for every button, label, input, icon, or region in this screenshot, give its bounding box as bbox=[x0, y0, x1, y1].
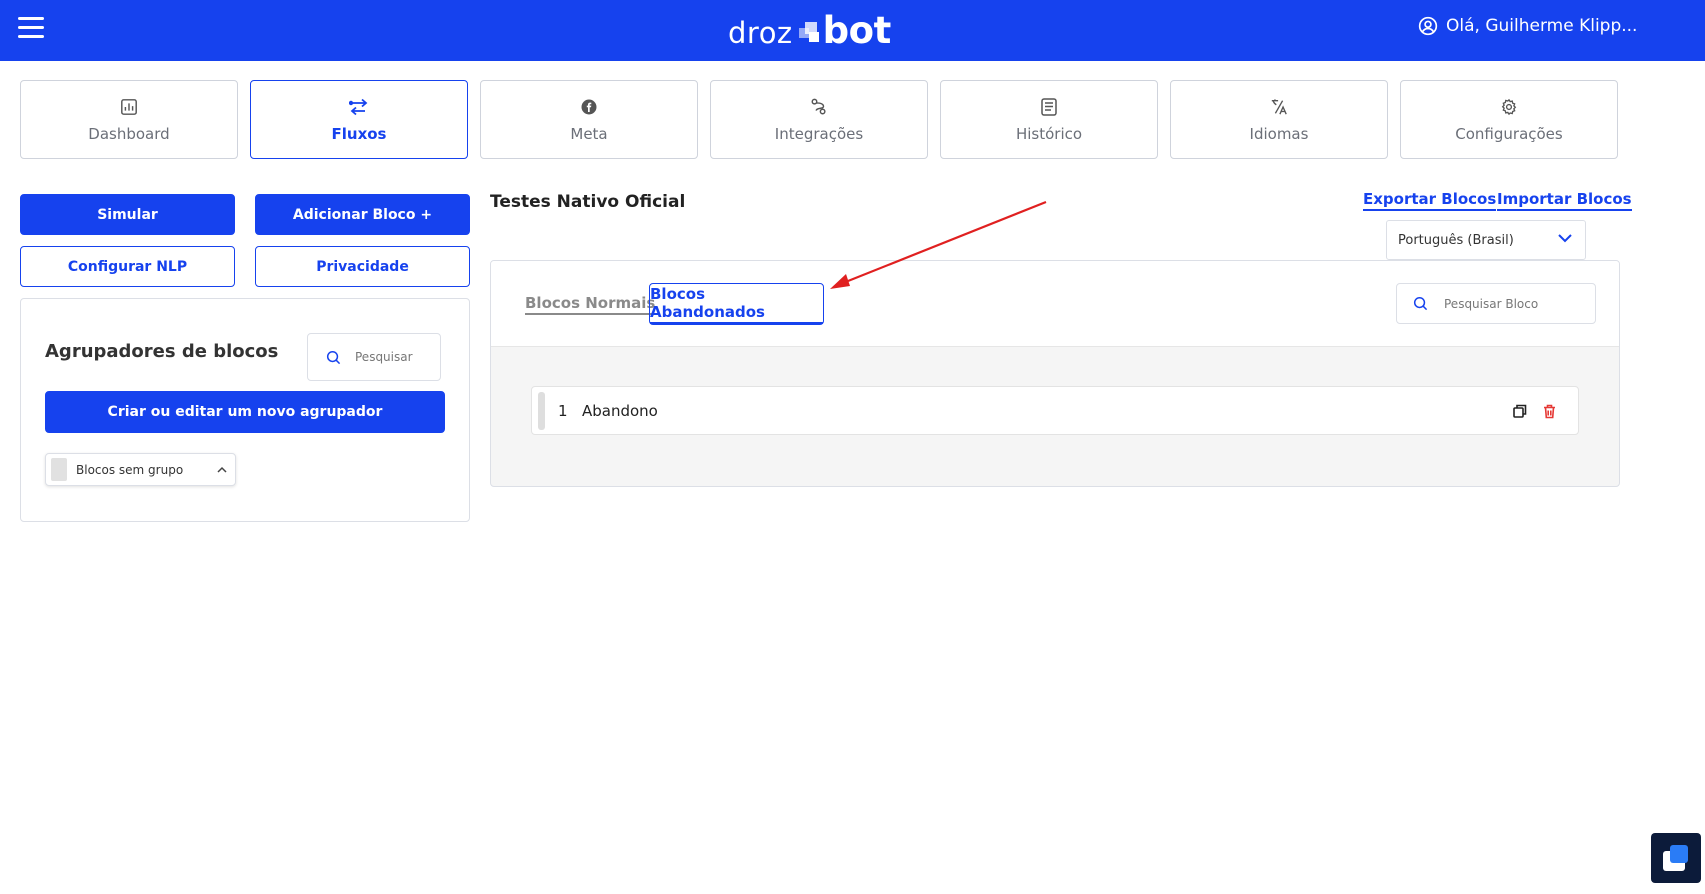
nav-historico[interactable]: Histórico bbox=[940, 80, 1158, 159]
blocks-panel-toolbar: Blocos Normais Blocos Abandonados Pesqui… bbox=[491, 261, 1619, 347]
flows-icon bbox=[348, 96, 370, 118]
nav-dashboard[interactable]: Dashboard bbox=[20, 80, 238, 159]
chat-widget-button[interactable] bbox=[1651, 833, 1701, 883]
user-menu[interactable]: Olá, Guilherme Klipp... bbox=[1418, 16, 1637, 36]
chat-icon-accent bbox=[1670, 845, 1688, 863]
nav-label: Fluxos bbox=[331, 125, 387, 143]
nav-fluxos[interactable]: Fluxos bbox=[250, 80, 468, 159]
nav-label: Meta bbox=[570, 125, 608, 143]
integrations-icon bbox=[808, 96, 830, 118]
tab-normal-blocks[interactable]: Blocos Normais bbox=[525, 283, 656, 325]
block-row[interactable]: 1 Abandono bbox=[531, 386, 1579, 435]
annotation-arrow bbox=[830, 200, 1047, 289]
nav-idiomas[interactable]: Idiomas bbox=[1170, 80, 1388, 159]
search-icon bbox=[326, 350, 341, 364]
nav-label: Histórico bbox=[1015, 125, 1083, 143]
blocks-panel: Blocos Normais Blocos Abandonados Pesqui… bbox=[490, 260, 1620, 487]
user-greeting: Olá, Guilherme Klipp... bbox=[1446, 16, 1638, 36]
flow-title: Testes Nativo Oficial bbox=[490, 192, 686, 212]
droz-bot-logo: droz bot bbox=[728, 8, 892, 52]
drag-handle[interactable] bbox=[538, 391, 545, 430]
top-header: droz bot Olá, Guilherme Klipp... bbox=[0, 0, 1705, 61]
block-name: Abandono bbox=[582, 401, 658, 420]
nav-configuracoes[interactable]: Configurações bbox=[1400, 80, 1618, 159]
nav-label: Dashboard bbox=[88, 125, 170, 143]
logo-mark-icon bbox=[798, 22, 821, 44]
privacy-button[interactable]: Privacidade bbox=[255, 246, 470, 287]
chip-label: Blocos sem grupo bbox=[76, 462, 184, 477]
main-nav: Dashboard Fluxos Meta Integrações Histór… bbox=[20, 80, 1618, 159]
dashboard-icon bbox=[118, 96, 140, 118]
nav-meta[interactable]: Meta bbox=[480, 80, 698, 159]
export-blocks-link[interactable]: Exportar Blocos bbox=[1363, 190, 1497, 211]
create-grouper-button[interactable]: Criar ou editar um novo agrupador bbox=[45, 391, 445, 433]
block-actions bbox=[1513, 404, 1556, 419]
gear-icon bbox=[1498, 96, 1520, 118]
block-index: 1 bbox=[558, 401, 568, 420]
block-search-placeholder: Pesquisar Bloco bbox=[1444, 296, 1539, 311]
tab-label: Blocos Normais bbox=[525, 294, 656, 315]
translate-icon bbox=[1268, 96, 1290, 118]
nav-label: Idiomas bbox=[1249, 125, 1309, 143]
add-block-button[interactable]: Adicionar Bloco + bbox=[255, 194, 470, 235]
history-icon bbox=[1038, 96, 1060, 118]
ungrouped-blocks-chip[interactable]: Blocos sem grupo bbox=[45, 453, 236, 486]
group-color-swatch bbox=[51, 458, 67, 481]
chevron-down-icon bbox=[1558, 234, 1572, 243]
tab-abandoned-blocks[interactable]: Blocos Abandonados bbox=[649, 283, 824, 325]
import-blocks-link[interactable]: Importar Blocos bbox=[1497, 190, 1632, 211]
search-icon bbox=[1413, 296, 1428, 311]
block-search-input[interactable]: Pesquisar Bloco bbox=[1396, 283, 1596, 324]
nav-integracoes[interactable]: Integrações bbox=[710, 80, 928, 159]
logo-text-bot: bot bbox=[822, 8, 892, 52]
grouper-search-input[interactable]: Pesquisar bbox=[307, 333, 441, 381]
language-select[interactable]: Português (Brasil) bbox=[1386, 220, 1586, 260]
trash-icon[interactable] bbox=[1543, 404, 1556, 419]
meta-icon bbox=[578, 96, 600, 118]
menu-icon[interactable] bbox=[18, 17, 44, 39]
nav-label: Configurações bbox=[1455, 125, 1563, 143]
simulate-button[interactable]: Simular bbox=[20, 194, 235, 235]
block-groupers-panel: Agrupadores de blocos Pesquisar Criar ou… bbox=[20, 298, 470, 522]
configure-nlp-button[interactable]: Configurar NLP bbox=[20, 246, 235, 287]
nav-label: Integrações bbox=[774, 125, 864, 143]
groupers-title: Agrupadores de blocos bbox=[45, 341, 279, 362]
user-circle-icon bbox=[1418, 16, 1438, 36]
language-value: Português (Brasil) bbox=[1398, 232, 1514, 248]
tab-label: Blocos Abandonados bbox=[650, 285, 823, 324]
duplicate-icon[interactable] bbox=[1513, 404, 1527, 419]
grouper-search-placeholder: Pesquisar bbox=[355, 350, 413, 364]
chevron-up-icon bbox=[217, 466, 227, 473]
logo-text-droz: droz bbox=[728, 16, 793, 50]
